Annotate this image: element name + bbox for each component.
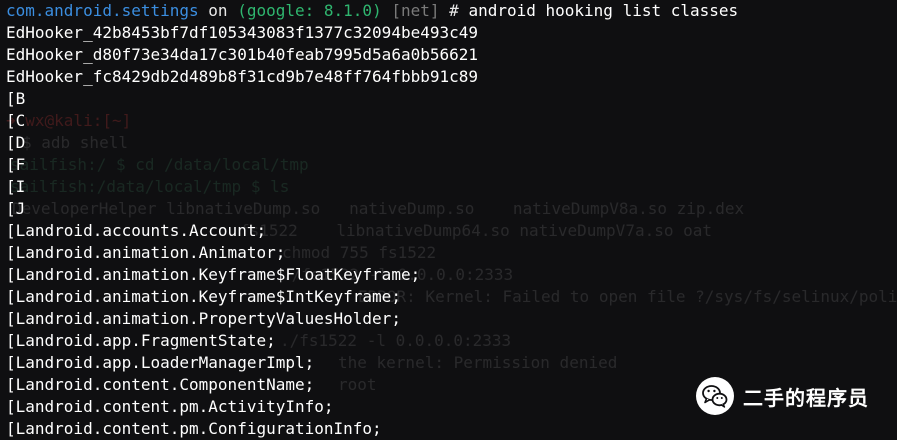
- output-line: [F: [6, 155, 26, 174]
- output-line: [B: [6, 89, 26, 108]
- output-line: [D: [6, 133, 26, 152]
- output-line: [Landroid.app.FragmentState;: [6, 331, 276, 350]
- prompt-device: (google: 8.1.0): [237, 1, 382, 20]
- prompt-hash: #: [449, 1, 459, 20]
- output-line: EdHooker_fc8429db2d489b8f31cd9b7e48ff764…: [6, 67, 479, 86]
- output-line: [Landroid.animation.Keyframe$IntKeyframe…: [6, 287, 401, 306]
- output-line: [Landroid.animation.PropertyValuesHolder…: [6, 309, 401, 328]
- watermark-text: 二手的程序员: [743, 385, 869, 410]
- output-line: [J: [6, 199, 26, 218]
- output-line: [Landroid.accounts.Account;: [6, 221, 267, 240]
- prompt-package: com.android.settings: [6, 1, 199, 20]
- output-line: [Landroid.app.LoaderManagerImpl;: [6, 353, 315, 372]
- prompt-net-tag: [net]: [391, 1, 440, 20]
- watermark: 二手的程序员: [695, 375, 869, 417]
- output-line: EdHooker_d80f73e34da17c301b40feab7995d5a…: [6, 45, 479, 64]
- command-prompt: com.android.settings on (google: 8.1.0) …: [6, 0, 897, 22]
- output-line: EdHooker_42b8453bf7df105343083f1377c3209…: [6, 23, 479, 42]
- output-line: [C: [6, 111, 26, 130]
- terminal-window[interactable]: ➜ wx@kali:[~] $ adb shell sailfish:/ $ c…: [0, 0, 897, 438]
- prompt-on: on: [208, 1, 228, 20]
- output-line: [Landroid.animation.Keyframe$FloatKeyfra…: [6, 265, 421, 284]
- terminal-output: com.android.settings on (google: 8.1.0) …: [6, 0, 897, 440]
- prompt-command: android hooking list classes: [468, 1, 739, 20]
- wechat-icon: [696, 377, 734, 415]
- output-line: [Landroid.content.pm.ConfigurationInfo;: [6, 419, 382, 438]
- output-line: [Landroid.animation.Animator;: [6, 243, 286, 262]
- output-line: [I: [6, 177, 26, 196]
